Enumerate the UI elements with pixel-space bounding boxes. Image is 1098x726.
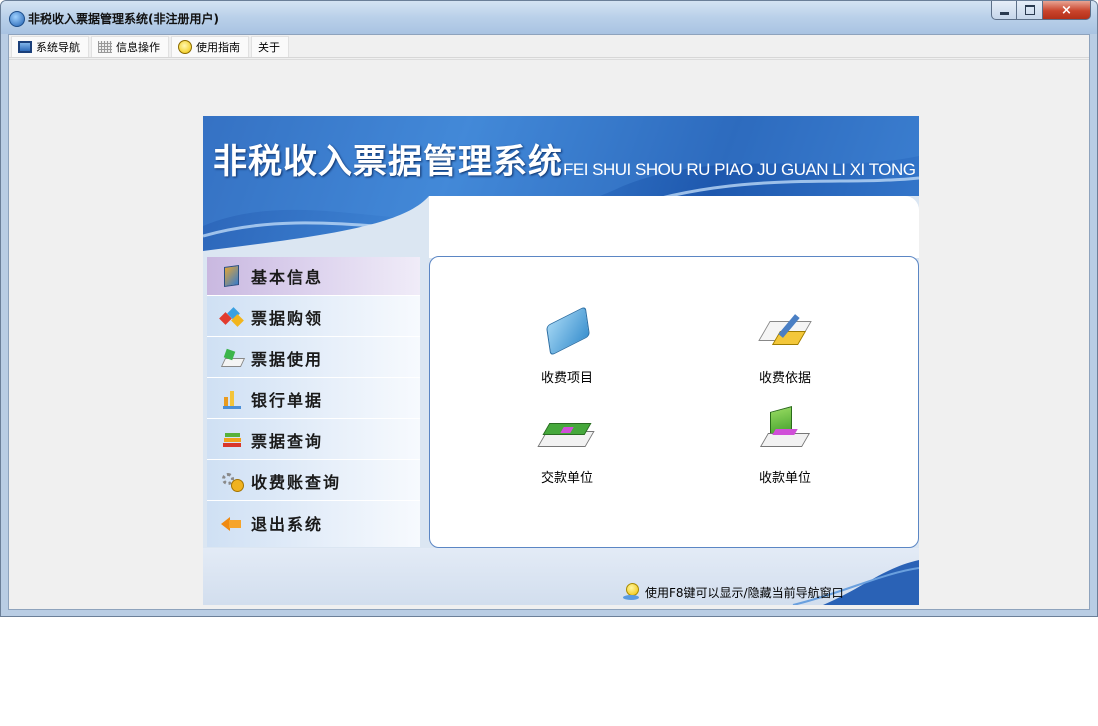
banner-title: 非税收入票据管理系统 xyxy=(213,142,563,182)
function-fee-basis[interactable]: 收费依据 xyxy=(730,307,840,386)
menu-divider xyxy=(9,59,1089,60)
f8-hint-text: 使用F8键可以显示/隐藏当前导航窗口 xyxy=(645,585,844,600)
menu-item-system-nav[interactable]: 系统导航 xyxy=(11,36,89,57)
function-fee-items[interactable]: 收费项目 xyxy=(512,305,622,386)
menu-item-user-guide[interactable]: 使用指南 xyxy=(171,36,249,57)
content-header-curve xyxy=(429,196,919,258)
lightbulb-icon xyxy=(623,583,639,601)
colored-shapes-icon xyxy=(219,307,244,327)
client-area: 系统导航 信息操作 使用指南 关于 非税收入票据管理系统 FEI SHUI SH… xyxy=(8,34,1090,610)
minimize-button[interactable] xyxy=(991,1,1017,20)
blue-folder-icon xyxy=(532,305,602,363)
close-button[interactable]: × xyxy=(1043,1,1091,20)
menu-item-info-ops[interactable]: 信息操作 xyxy=(91,36,169,57)
sidebar-item-bank-docs[interactable]: 银行单据 xyxy=(207,380,420,419)
menu-item-about[interactable]: 关于 xyxy=(251,36,289,57)
function-paying-unit[interactable]: 交款单位 xyxy=(512,407,622,486)
app-logo-icon xyxy=(9,11,25,27)
grid-icon xyxy=(98,41,112,53)
sidebar-item-label: 银行单据 xyxy=(251,391,324,410)
cash-stack-icon xyxy=(532,407,602,463)
sidebar-item-ticket-use[interactable]: 票据使用 xyxy=(207,339,420,378)
menu-item-label: 关于 xyxy=(258,41,280,54)
sidebar-item-label: 基本信息 xyxy=(251,268,324,287)
sidebar-item-label: 票据查询 xyxy=(251,432,324,451)
bank-chart-icon xyxy=(221,389,243,409)
minimize-icon xyxy=(999,11,1009,15)
bulb-icon xyxy=(178,40,192,54)
sidebar-item-label: 收费账查询 xyxy=(251,473,342,492)
sidebar-item-label: 退出系统 xyxy=(251,514,324,534)
sidebar-item-exit[interactable]: 退出系统 xyxy=(207,503,420,542)
function-panel: 收费项目 收费依据 交款单位 收款单位 xyxy=(429,256,919,548)
arrow-left-icon xyxy=(221,513,243,533)
navigation-panel: 非税收入票据管理系统 FEI SHUI SHOU RU PIAO JU GUAN… xyxy=(203,116,919,605)
function-label: 收费依据 xyxy=(758,371,811,386)
maximize-icon xyxy=(1024,5,1035,15)
menu-item-label: 使用指南 xyxy=(196,41,240,54)
function-label: 收款单位 xyxy=(758,471,811,486)
sidebar-item-fee-account-query[interactable]: 收费账查询 xyxy=(207,462,420,501)
window-title: 非税收入票据管理系统(非注册用户) xyxy=(28,12,219,26)
title-bar[interactable]: 非税收入票据管理系统(非注册用户) × xyxy=(1,1,1097,34)
menu-bar: 系统导航 信息操作 使用指南 关于 xyxy=(9,35,1089,58)
receipt-folder-icon xyxy=(750,406,820,463)
sidebar: 基本信息 票据购领 票据使用 银行单据 票据查询 收费账查询 退出系统 xyxy=(207,257,420,547)
close-icon: × xyxy=(1061,2,1072,18)
sidebar-item-ticket-purchase[interactable]: 票据购领 xyxy=(207,298,420,337)
function-label: 收费项目 xyxy=(540,371,593,386)
function-label: 交款单位 xyxy=(540,471,593,486)
banner-pinyin: FEI SHUI SHOU RU PIAO JU GUAN LI XI TONG xyxy=(563,160,916,179)
sidebar-item-basic-info[interactable]: 基本信息 xyxy=(207,257,420,296)
document-tray-icon xyxy=(220,348,246,368)
f8-hint: 使用F8键可以显示/隐藏当前导航窗口 xyxy=(623,583,844,601)
menu-item-label: 系统导航 xyxy=(36,41,80,54)
book-icon xyxy=(221,264,243,288)
menu-item-label: 信息操作 xyxy=(116,41,160,54)
sidebar-item-ticket-query[interactable]: 票据查询 xyxy=(207,421,420,460)
main-window: 非税收入票据管理系统(非注册用户) × 系统导航 信息操作 使用指南 关于 非税… xyxy=(0,0,1098,617)
sidebar-item-label: 票据购领 xyxy=(251,309,324,328)
monitor-icon xyxy=(18,41,32,53)
gears-icon xyxy=(221,471,244,492)
window-controls: × xyxy=(991,1,1091,20)
maximize-button[interactable] xyxy=(1017,1,1043,20)
sidebar-item-label: 票据使用 xyxy=(251,350,324,369)
pen-papers-icon xyxy=(750,307,820,363)
function-receiving-unit[interactable]: 收款单位 xyxy=(730,406,840,486)
books-stack-icon xyxy=(221,430,243,450)
